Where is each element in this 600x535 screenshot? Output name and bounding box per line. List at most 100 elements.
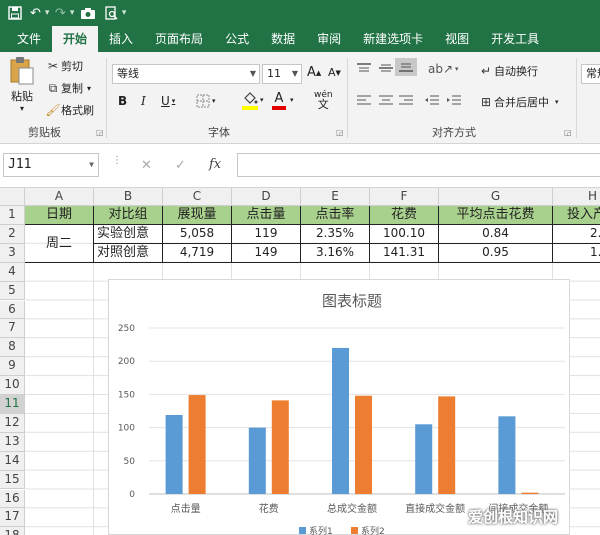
insert-function-icon[interactable]: fx (209, 157, 221, 172)
camera-icon[interactable] (76, 0, 100, 26)
print-preview-icon[interactable] (100, 0, 122, 26)
align-bottom-button[interactable] (395, 58, 417, 76)
align-top-button[interactable] (356, 62, 372, 74)
align-right-button[interactable] (398, 94, 414, 106)
table-cell[interactable]: 149 (232, 244, 301, 263)
table-cell[interactable]: 实验创意 (94, 225, 163, 244)
header-cell-roi[interactable]: 投入产 (553, 206, 600, 225)
row-header-1[interactable]: 1 (0, 206, 25, 225)
table-cell[interactable]: 5,058 (163, 225, 232, 244)
shrink-font-button[interactable]: A ▼ (328, 66, 341, 79)
grow-font-button[interactable]: A ▲ (307, 65, 321, 80)
row-header-2[interactable]: 2 (0, 224, 25, 244)
row-header-6[interactable]: 6 (0, 300, 25, 320)
bar-chart[interactable]: 图表标题 0 50 100 150 200 250 点击量 花费 总成交金额 直接成交金额 间接成交金… (108, 279, 570, 535)
table-cell[interactable]: 2.35% (301, 225, 370, 244)
font-launcher-icon[interactable]: ◲ (336, 128, 344, 137)
row-header-3[interactable]: 3 (0, 243, 25, 263)
select-all-corner[interactable] (0, 188, 25, 206)
table-cell[interactable]: 对照创意 (94, 244, 163, 263)
row-header-5[interactable]: 5 (0, 281, 25, 301)
merged-date-cell[interactable]: 周二 (25, 225, 94, 263)
row-header-18[interactable]: 18 (0, 527, 25, 535)
header-cell-avg-cpc[interactable]: 平均点击花费 (439, 206, 553, 225)
cancel-icon[interactable]: ✕ (141, 158, 152, 173)
row-header-4[interactable]: 4 (0, 262, 25, 282)
copy-button[interactable]: ⧉ 复制 ▾ (45, 80, 91, 96)
font-size-combo[interactable]: 11 ▼ (262, 64, 302, 84)
tab-new-tab[interactable]: 新建选项卡 (352, 26, 434, 52)
redo-icon[interactable]: ↷ (51, 0, 70, 26)
row-header-14[interactable]: 14 (0, 451, 25, 471)
cut-button[interactable]: ✂ 剪切 (45, 58, 83, 74)
row-header-7[interactable]: 7 (0, 319, 25, 339)
header-cell-ctr[interactable]: 点击率 (301, 206, 370, 225)
copy-dropdown-icon[interactable]: ▾ (87, 84, 91, 93)
table-cell[interactable]: 3.16% (301, 244, 370, 263)
row-header-13[interactable]: 13 (0, 432, 25, 452)
underline-button[interactable]: U ▾ (161, 94, 175, 108)
enter-icon[interactable]: ✓ (175, 158, 186, 173)
column-header-e[interactable]: E (301, 188, 370, 206)
save-icon[interactable] (4, 0, 26, 26)
header-cell-impressions[interactable]: 展现量 (163, 206, 232, 225)
font-name-combo[interactable]: 等线 ▼ (112, 64, 260, 84)
tab-insert[interactable]: 插入 (98, 26, 144, 52)
number-format-combo[interactable]: 常规 (581, 64, 600, 84)
row-header-16[interactable]: 16 (0, 489, 25, 509)
tab-file[interactable]: 文件 (6, 26, 52, 52)
drag-handle-icon[interactable]: ⋮ (112, 156, 122, 166)
merge-dropdown-icon[interactable]: ▾ (555, 98, 559, 106)
font-color-button[interactable]: A (272, 91, 286, 110)
table-cell[interactable]: 119 (232, 225, 301, 244)
wrap-text-button[interactable]: ↵ 自动换行 (478, 63, 538, 79)
tab-data[interactable]: 数据 (260, 26, 306, 52)
column-header-g[interactable]: G (439, 188, 553, 206)
name-box[interactable]: J11 ▼ (3, 153, 99, 177)
column-header-h[interactable]: H (553, 188, 600, 206)
tab-home[interactable]: 开始 (52, 26, 99, 52)
row-header-15[interactable]: 15 (0, 470, 25, 490)
tab-formulas[interactable]: 公式 (214, 26, 260, 52)
row-header-9[interactable]: 9 (0, 357, 25, 377)
align-center-button[interactable] (378, 94, 394, 106)
column-header-a[interactable]: A (25, 188, 94, 206)
table-cell[interactable]: 2. (553, 225, 600, 244)
italic-button[interactable]: I (141, 94, 146, 108)
alignment-launcher-icon[interactable]: ◲ (564, 128, 572, 137)
clipboard-launcher-icon[interactable]: ◲ (96, 128, 104, 137)
row-header-8[interactable]: 8 (0, 338, 25, 358)
customize-qat-icon[interactable]: ▾ (122, 8, 128, 18)
table-cell[interactable]: 141.31 (370, 244, 439, 263)
table-cell[interactable]: 0.84 (439, 225, 553, 244)
row-header-17[interactable]: 17 (0, 508, 25, 528)
column-header-b[interactable]: B (94, 188, 163, 206)
tab-page-layout[interactable]: 页面布局 (144, 26, 214, 52)
fill-color-button[interactable] (242, 92, 258, 110)
align-left-button[interactable] (356, 94, 372, 106)
bold-button[interactable]: B (118, 94, 127, 108)
paste-dropdown-icon[interactable]: ▾ (20, 104, 24, 113)
column-header-f[interactable]: F (370, 188, 439, 206)
formula-input[interactable] (237, 153, 600, 177)
paste-button[interactable]: 粘贴 ▾ (6, 56, 38, 113)
undo-icon[interactable]: ↶ (26, 0, 45, 26)
table-cell[interactable]: 0.95 (439, 244, 553, 263)
column-header-c[interactable]: C (163, 188, 232, 206)
table-cell[interactable]: 100.10 (370, 225, 439, 244)
font-color-dropdown-icon[interactable]: ▾ (290, 96, 294, 104)
phonetic-button[interactable]: wén 文 (314, 90, 333, 110)
orientation-button[interactable]: ab↗ ▾ (428, 62, 459, 76)
borders-button[interactable]: ▾ (196, 94, 216, 108)
increase-indent-button[interactable] (446, 94, 462, 106)
decrease-indent-button[interactable] (424, 94, 440, 106)
column-header-d[interactable]: D (232, 188, 301, 206)
header-cell-cost[interactable]: 花费 (370, 206, 439, 225)
tab-view[interactable]: 视图 (434, 26, 480, 52)
tab-developer[interactable]: 开发工具 (480, 26, 550, 52)
header-cell-clicks[interactable]: 点击量 (232, 206, 301, 225)
table-cell[interactable]: 4,719 (163, 244, 232, 263)
row-header-12[interactable]: 12 (0, 413, 25, 433)
format-painter-button[interactable]: 🖌 格式刷 (45, 102, 94, 118)
align-middle-button[interactable] (378, 62, 394, 74)
